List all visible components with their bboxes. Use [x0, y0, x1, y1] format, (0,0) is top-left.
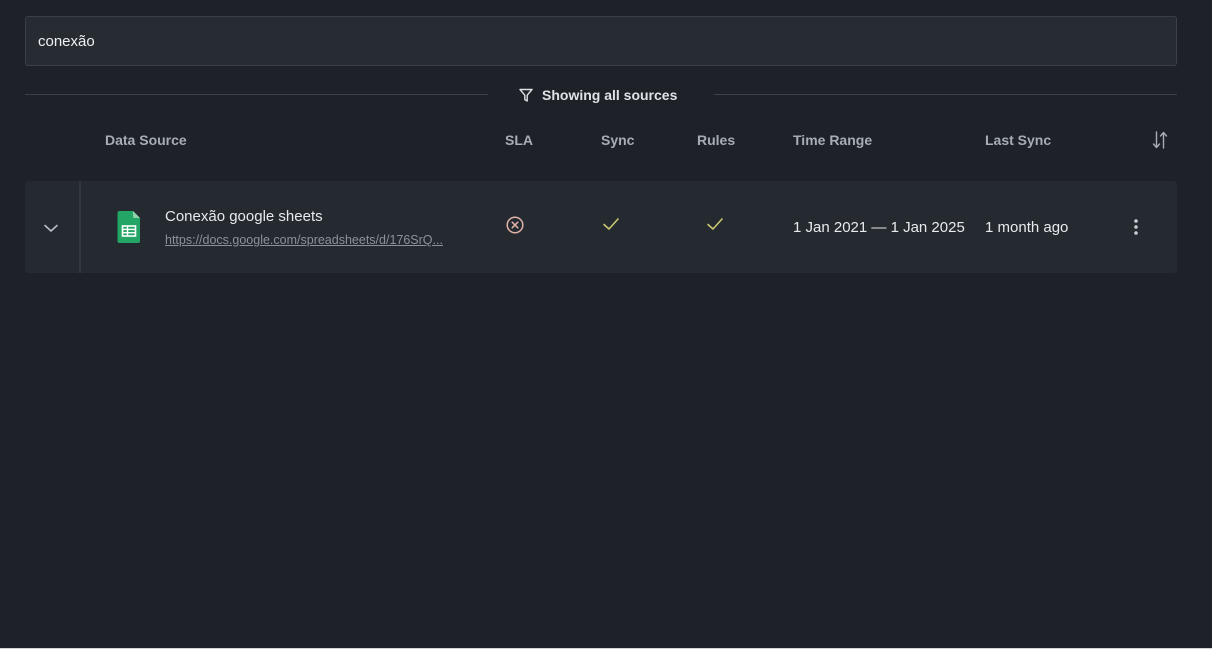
divider-line-right	[714, 94, 1177, 95]
last-sync-value: 1 month ago	[985, 219, 1069, 236]
error-circle-icon	[505, 215, 525, 235]
search-box	[25, 16, 1177, 66]
funnel-icon	[519, 88, 533, 103]
sync-check-icon	[601, 215, 621, 233]
column-header-rules: Rules	[697, 132, 736, 148]
column-header-last-sync: Last Sync	[985, 132, 1052, 148]
column-header-sync: Sync	[601, 132, 635, 148]
chevron-down-icon[interactable]	[41, 218, 63, 238]
table-row[interactable]: Conexão google sheets https://docs.googl…	[25, 181, 1177, 273]
data-sources-page: Showing all sources Data Source SLA Sync…	[0, 0, 1212, 649]
row-divider	[79, 181, 81, 273]
column-header-sla: SLA	[505, 132, 533, 148]
column-header-data-source: Data Source	[105, 132, 187, 148]
source-url-link[interactable]: https://docs.google.com/spreadsheets/d/1…	[165, 233, 461, 247]
table-header: Data Source SLA Sync Rules Time Range La…	[25, 130, 1177, 152]
divider-line-left	[25, 94, 488, 95]
filter-label: Showing all sources	[542, 87, 678, 103]
filter-divider: Showing all sources	[25, 85, 1177, 105]
sort-icon[interactable]	[1152, 130, 1170, 152]
source-name[interactable]: Conexão google sheets	[165, 208, 323, 225]
filter-toggle[interactable]: Showing all sources	[519, 85, 677, 105]
google-sheets-icon	[117, 210, 141, 244]
more-options-icon[interactable]	[1126, 217, 1146, 237]
rules-check-icon	[705, 215, 725, 233]
search-input[interactable]	[26, 17, 1176, 65]
column-header-time-range: Time Range	[793, 132, 873, 148]
time-range-value: 1 Jan 2021 — 1 Jan 2025	[793, 219, 965, 236]
